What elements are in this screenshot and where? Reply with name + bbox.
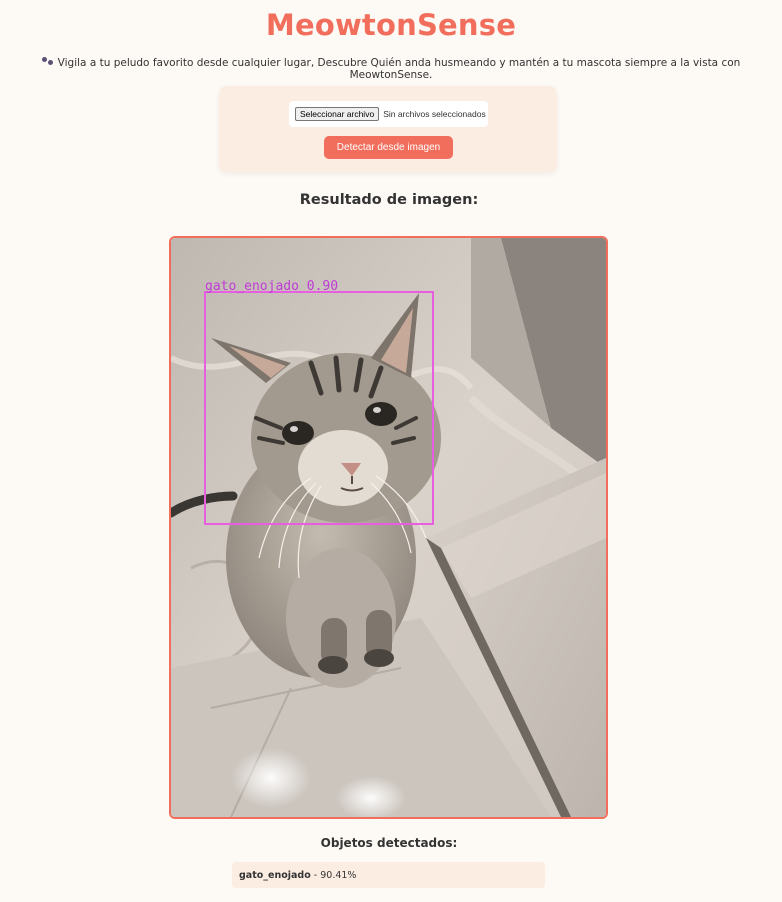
detection-box-label: gato_enojado 0.90 <box>205 279 338 294</box>
detection-separator: - <box>310 869 321 881</box>
subtitle-text: Vigila a tu peludo favorito desde cualqu… <box>57 57 741 81</box>
detected-objects-title: Objetos detectados: <box>320 836 458 850</box>
file-input[interactable]: Seleccionar archivo Sin archivos selecci… <box>289 101 488 127</box>
detection-confidence: 90.41% <box>320 869 357 881</box>
detection-class: gato_enojado <box>239 869 311 881</box>
choose-file-button[interactable]: Seleccionar archivo <box>295 107 380 121</box>
paw-icon <box>41 57 54 67</box>
file-status-text: Sin archivos seleccionados <box>383 109 486 119</box>
app-subtitle: Vigila a tu peludo favorito desde cualqu… <box>0 57 782 81</box>
upload-card: Seleccionar archivo Sin archivos selecci… <box>219 86 557 172</box>
detect-button[interactable]: Detectar desde imagen <box>324 136 453 159</box>
detection-list-item: gato_enojado - 90.41% <box>232 862 545 888</box>
result-image: gato_enojado 0.90 <box>169 236 608 819</box>
result-title: Resultado de imagen: <box>299 192 479 208</box>
app-title: MeowtonSense <box>265 8 517 42</box>
